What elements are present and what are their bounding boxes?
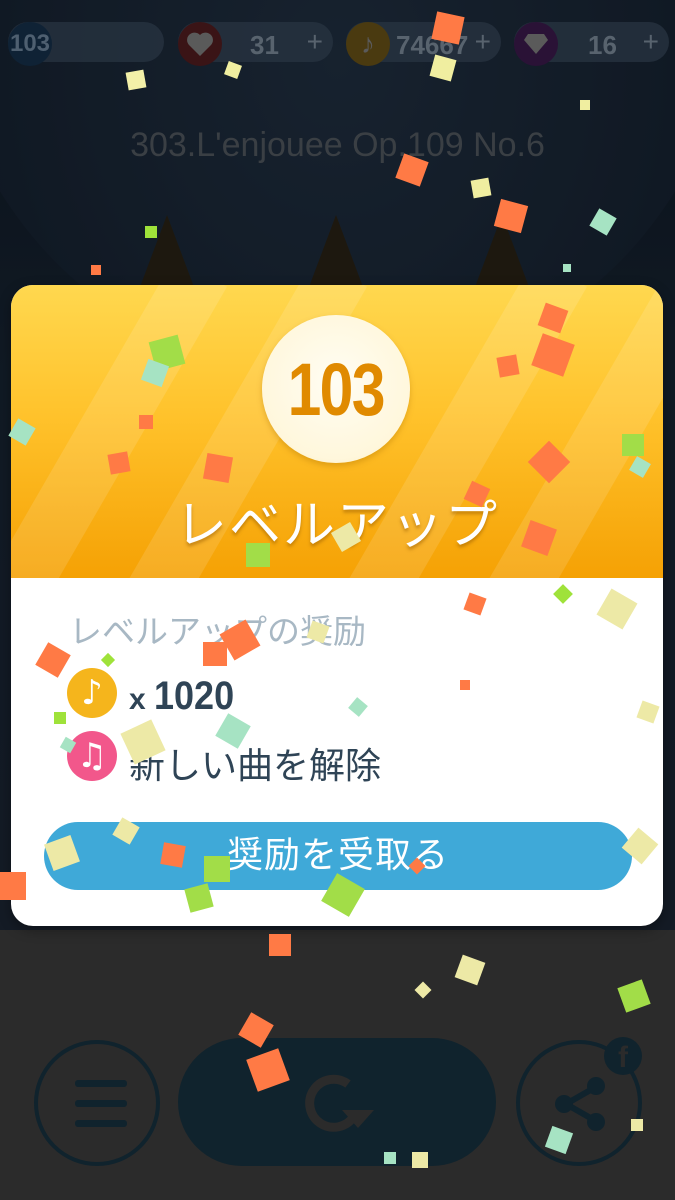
add-notes-button[interactable]: +	[475, 26, 491, 58]
menu-icon	[75, 1080, 127, 1087]
menu-icon	[75, 1120, 127, 1127]
dialog-header: 103 レベルアップ	[11, 285, 663, 578]
gems-stat[interactable]: 16 +	[514, 22, 669, 66]
add-hearts-button[interactable]: +	[307, 26, 323, 58]
claim-reward-button[interactable]: 奨励を受取る	[44, 822, 632, 890]
level-up-dialog: 103 レベルアップ レベルアップの奨励 ♪ x 1020 ♫ 新しい曲を解除 奨…	[11, 285, 663, 926]
reward-notes-count: 1020	[153, 674, 234, 718]
add-gems-button[interactable]: +	[643, 26, 659, 58]
reward-multiplier: x	[129, 683, 146, 716]
level-badge-circle: 103	[262, 315, 410, 463]
facebook-icon[interactable]: f	[604, 1037, 642, 1075]
reward-heading: レベルアップの奨励	[69, 612, 366, 651]
gems-value: 16	[588, 30, 617, 60]
menu-button[interactable]	[34, 1040, 160, 1166]
reward-notes-text: x 1020	[129, 674, 243, 719]
share-icon	[555, 1077, 605, 1131]
heart-icon	[178, 22, 222, 66]
level-up-title: レベルアップ	[174, 496, 499, 556]
level-stat: 103	[8, 22, 164, 66]
level-badge: 103	[8, 22, 52, 66]
diamond-icon	[514, 22, 558, 66]
notes-stat[interactable]: ♪ 74667 +	[346, 22, 501, 66]
level-stat-value: 103	[9, 30, 51, 57]
replay-icon	[305, 1074, 374, 1132]
music-note-icon: ♪	[346, 22, 390, 66]
notes-value: 74667	[396, 30, 469, 60]
bottom-controls	[0, 930, 675, 1200]
hearts-value: 31	[250, 30, 279, 60]
coin-note-icon: ♪	[67, 668, 117, 718]
replay-button[interactable]	[178, 1038, 496, 1166]
status-bar: 103 31 + ♪ 74667 + 16 +	[0, 18, 675, 68]
reward-song-text: 新しい曲を解除	[129, 746, 382, 787]
new-level-number: 103	[287, 347, 386, 431]
new-song-icon: ♫	[67, 731, 117, 781]
song-title: 303.L'enjouee Op.109 No.6	[130, 126, 545, 164]
hearts-stat[interactable]: 31 +	[178, 22, 333, 66]
menu-icon	[75, 1100, 127, 1107]
